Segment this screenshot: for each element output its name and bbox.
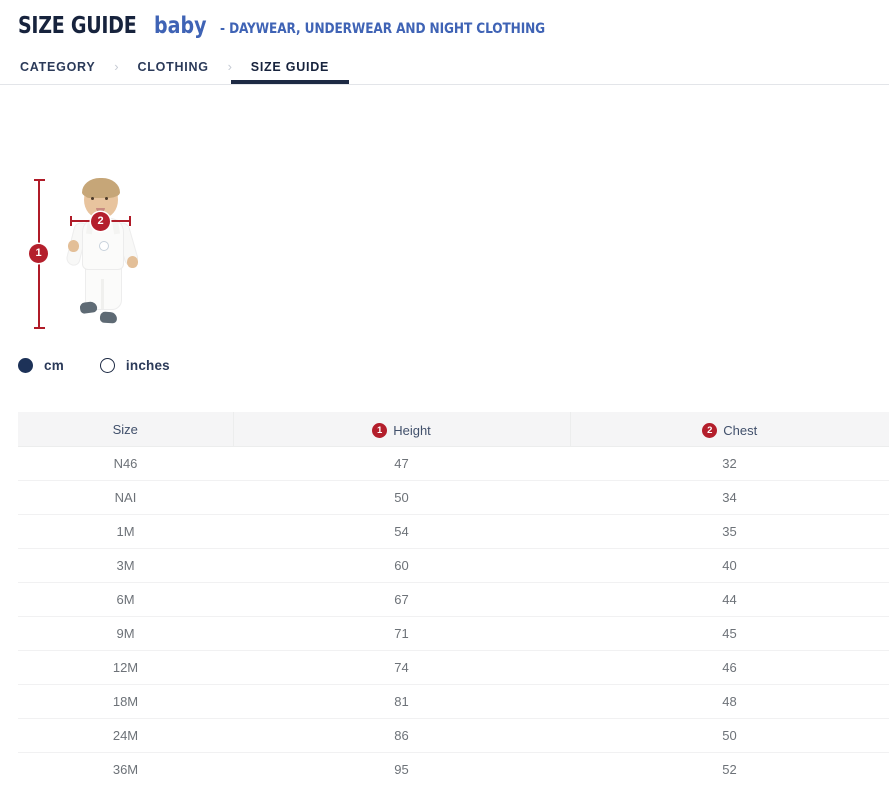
cell-chest: 45: [570, 617, 889, 651]
breadcrumb: CATEGORY › CLOTHING › SIZE GUIDE: [0, 51, 889, 85]
page-title: SIZE GUIDE baby - DAYWEAR, UNDERWEAR AND…: [18, 13, 889, 39]
cell-height: 71: [233, 617, 570, 651]
cell-chest: 50: [570, 719, 889, 753]
table-row: 6M 67 44: [18, 583, 889, 617]
unit-option-inches[interactable]: inches: [100, 358, 170, 373]
table-header-row: Size 1 Height 2 Chest: [18, 412, 889, 447]
cell-height: 74: [233, 651, 570, 685]
cell-chest: 44: [570, 583, 889, 617]
cell-chest: 32: [570, 447, 889, 481]
column-header-height: 1 Height: [233, 412, 570, 447]
table-row: 24M 86 50: [18, 719, 889, 753]
page-title-main: SIZE GUIDE: [18, 13, 136, 39]
unit-option-cm[interactable]: cm: [18, 358, 64, 373]
table-row: 36M 95 52: [18, 753, 889, 787]
badge-2-icon: 2: [702, 423, 717, 438]
cell-size: 3M: [18, 549, 233, 583]
cell-height: 67: [233, 583, 570, 617]
cell-height: 81: [233, 685, 570, 719]
column-header-size-label: Size: [113, 423, 138, 436]
unit-label-cm: cm: [44, 358, 64, 373]
badge-1-icon: 1: [372, 423, 387, 438]
column-header-chest-label: Chest: [723, 424, 757, 437]
cell-chest: 34: [570, 481, 889, 515]
cell-height: 50: [233, 481, 570, 515]
cell-size: 9M: [18, 617, 233, 651]
table-row: NAI 50 34: [18, 481, 889, 515]
table-row: 12M 74 46: [18, 651, 889, 685]
cell-size: N46: [18, 447, 233, 481]
unit-selector: cm inches: [18, 358, 206, 373]
cell-chest: 40: [570, 549, 889, 583]
chevron-right-icon: ›: [97, 51, 135, 83]
column-header-size: Size: [18, 412, 233, 447]
table-row: 1M 54 35: [18, 515, 889, 549]
page-header: SIZE GUIDE baby - DAYWEAR, UNDERWEAR AND…: [0, 0, 889, 39]
cell-chest: 48: [570, 685, 889, 719]
breadcrumb-item-category[interactable]: CATEGORY: [18, 51, 97, 83]
column-header-height-label: Height: [393, 424, 431, 437]
breadcrumb-item-clothing[interactable]: CLOTHING: [135, 51, 210, 83]
chevron-right-icon: ›: [211, 51, 249, 83]
measure-marker-2: 2: [91, 212, 110, 231]
table-row: 3M 60 40: [18, 549, 889, 583]
cell-chest: 46: [570, 651, 889, 685]
cell-size: 1M: [18, 515, 233, 549]
radio-inches[interactable]: [100, 358, 115, 373]
measure-marker-1: 1: [29, 244, 48, 263]
page-title-subtitle: - DAYWEAR, UNDERWEAR AND NIGHT CLOTHING: [220, 21, 545, 37]
cell-size: NAI: [18, 481, 233, 515]
cell-height: 86: [233, 719, 570, 753]
size-guide-table-body: N46 47 32 NAI 50 34 1M 54 35 3M 60 40 6M…: [18, 447, 889, 787]
table-row: 9M 71 45: [18, 617, 889, 651]
measurement-figure: 1 2: [0, 174, 889, 374]
baby-photo: [54, 178, 154, 330]
page-title-accent: baby: [154, 13, 207, 39]
cell-size: 6M: [18, 583, 233, 617]
radio-cm[interactable]: [18, 358, 33, 373]
cell-height: 95: [233, 753, 570, 787]
cell-size: 36M: [18, 753, 233, 787]
cell-size: 18M: [18, 685, 233, 719]
cell-size: 12M: [18, 651, 233, 685]
breadcrumb-item-size-guide[interactable]: SIZE GUIDE: [249, 51, 331, 83]
table-row: 18M 81 48: [18, 685, 889, 719]
cell-height: 47: [233, 447, 570, 481]
size-guide-table: Size 1 Height 2 Chest N46 47 32: [18, 412, 889, 786]
column-header-chest: 2 Chest: [570, 412, 889, 447]
cell-size: 24M: [18, 719, 233, 753]
unit-label-inches: inches: [126, 358, 170, 373]
cell-chest: 52: [570, 753, 889, 787]
cell-chest: 35: [570, 515, 889, 549]
cell-height: 60: [233, 549, 570, 583]
table-row: N46 47 32: [18, 447, 889, 481]
cell-height: 54: [233, 515, 570, 549]
